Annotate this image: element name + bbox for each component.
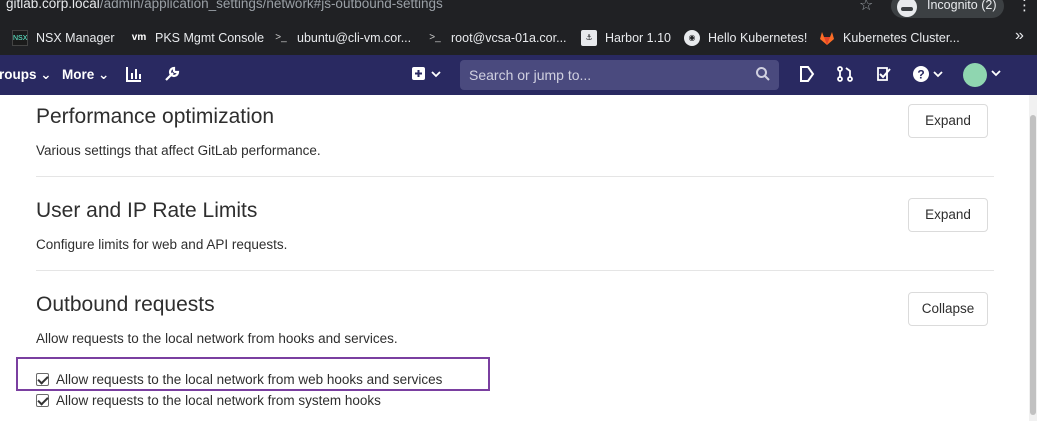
- expand-button[interactable]: Expand: [908, 104, 988, 138]
- checkbox-label: Allow requests to the local network from…: [56, 372, 443, 387]
- vm-icon: vm: [131, 30, 147, 46]
- merge-requests-icon[interactable]: [836, 65, 854, 86]
- incognito-icon: [897, 0, 917, 17]
- rate-limits-section: User and IP Rate Limits Configure limits…: [36, 197, 994, 267]
- svg-text:?: ?: [917, 68, 924, 82]
- checkbox-label: Allow requests to the local network from…: [56, 393, 381, 408]
- bookmark-label: root@vcsa-01a.cor...: [451, 31, 567, 45]
- scrollbar[interactable]: [1029, 95, 1037, 421]
- bookmark-label: Hello Kubernetes!: [708, 31, 808, 45]
- chevron-down-icon: ⌄: [98, 67, 110, 82]
- admin-area-chart-icon[interactable]: [125, 65, 143, 86]
- chevron-down-icon: ⌄: [40, 67, 52, 82]
- allow-system-hooks-checkbox-row[interactable]: Allow requests to the local network from…: [36, 393, 381, 408]
- terminal-icon: >_: [427, 30, 443, 46]
- search-input[interactable]: Search or jump to...: [460, 60, 779, 90]
- bookmark-nsx-manager[interactable]: NSX NSX Manager: [12, 29, 115, 47]
- bookmark-label: PKS Mgmt Console: [155, 31, 265, 45]
- allow-web-hooks-checkbox[interactable]: [36, 373, 49, 386]
- section-divider: [36, 176, 994, 177]
- groups-dropdown[interactable]: roups ⌄: [0, 67, 52, 83]
- section-title: User and IP Rate Limits: [36, 199, 258, 222]
- avatar[interactable]: [963, 63, 987, 87]
- section-description: Allow requests to the local network from…: [36, 331, 398, 346]
- performance-section: Performance optimization Various setting…: [36, 103, 994, 173]
- bookmark-harbor[interactable]: ⚓ Harbor 1.10: [581, 29, 671, 47]
- chevron-down-icon[interactable]: [990, 67, 1002, 82]
- help-dropdown[interactable]: ?: [912, 65, 946, 86]
- bookmark-label: ubuntu@cli-vm.cor...: [297, 31, 412, 45]
- search-placeholder: Search or jump to...: [469, 67, 592, 83]
- bookmark-label: Kubernetes Cluster...: [843, 31, 960, 45]
- harbor-icon: ⚓: [581, 30, 597, 46]
- gitlab-icon: [819, 30, 835, 46]
- todos-icon[interactable]: [875, 65, 893, 86]
- search-icon: [755, 66, 771, 82]
- nsx-icon: NSX: [12, 30, 28, 46]
- more-label: More: [62, 67, 95, 82]
- url-path: /admin/application_settings/network#js-o…: [99, 0, 443, 11]
- incognito-badge[interactable]: Incognito (2): [891, 0, 1004, 18]
- scrollbar-thumb[interactable]: [1030, 115, 1036, 415]
- allow-web-hooks-checkbox-row[interactable]: Allow requests to the local network from…: [36, 372, 442, 387]
- outbound-requests-section: Outbound requests Allow requests to the …: [36, 291, 994, 361]
- incognito-label: Incognito (2): [927, 0, 997, 12]
- bookmark-hello-kubernetes[interactable]: ◉ Hello Kubernetes!: [684, 29, 807, 47]
- new-item-dropdown[interactable]: [411, 65, 443, 86]
- section-description: Various settings that affect GitLab perf…: [36, 143, 321, 158]
- more-dropdown[interactable]: More ⌄: [62, 67, 109, 83]
- section-title: Outbound requests: [36, 293, 215, 316]
- section-title: Performance optimization: [36, 105, 275, 128]
- section-divider: [36, 270, 994, 271]
- more-bookmarks-icon[interactable]: »: [1015, 27, 1024, 45]
- section-description: Configure limits for web and API request…: [36, 237, 288, 252]
- address-bar[interactable]: gitlab.corp.local/admin/application_sett…: [6, 0, 443, 11]
- terminal-icon: >_: [273, 30, 289, 46]
- settings-content: Performance optimization Various setting…: [0, 95, 1029, 421]
- bookmark-label: Harbor 1.10: [605, 31, 672, 45]
- allow-system-hooks-checkbox[interactable]: [36, 394, 49, 407]
- bookmark-ubuntu-cli-vm[interactable]: >_ ubuntu@cli-vm.cor...: [273, 29, 411, 47]
- bookmark-root-vcsa[interactable]: >_ root@vcsa-01a.cor...: [427, 29, 567, 47]
- browser-url-bar: gitlab.corp.local/admin/application_sett…: [0, 0, 1037, 21]
- bookmark-kubernetes-cluster[interactable]: Kubernetes Cluster...: [819, 29, 960, 47]
- gitlab-navbar: roups ⌄ More ⌄ Search or jump to... ?: [0, 55, 1037, 95]
- globe-icon: ◉: [684, 30, 700, 46]
- bookmark-pks-mgmt-console[interactable]: vm PKS Mgmt Console: [131, 29, 264, 47]
- collapse-button[interactable]: Collapse: [908, 292, 988, 326]
- bookmark-star-icon[interactable]: ☆: [859, 0, 873, 15]
- issues-icon[interactable]: [799, 65, 815, 86]
- admin-wrench-icon[interactable]: [163, 65, 181, 86]
- expand-button[interactable]: Expand: [908, 198, 988, 232]
- bookmark-label: NSX Manager: [36, 31, 115, 45]
- groups-label: roups: [0, 67, 37, 82]
- bookmarks-bar: NSX NSX Manager vm PKS Mgmt Console >_ u…: [0, 21, 1037, 55]
- url-host: gitlab.corp.local: [6, 0, 100, 11]
- browser-menu-icon[interactable]: ⋮: [1017, 0, 1032, 14]
